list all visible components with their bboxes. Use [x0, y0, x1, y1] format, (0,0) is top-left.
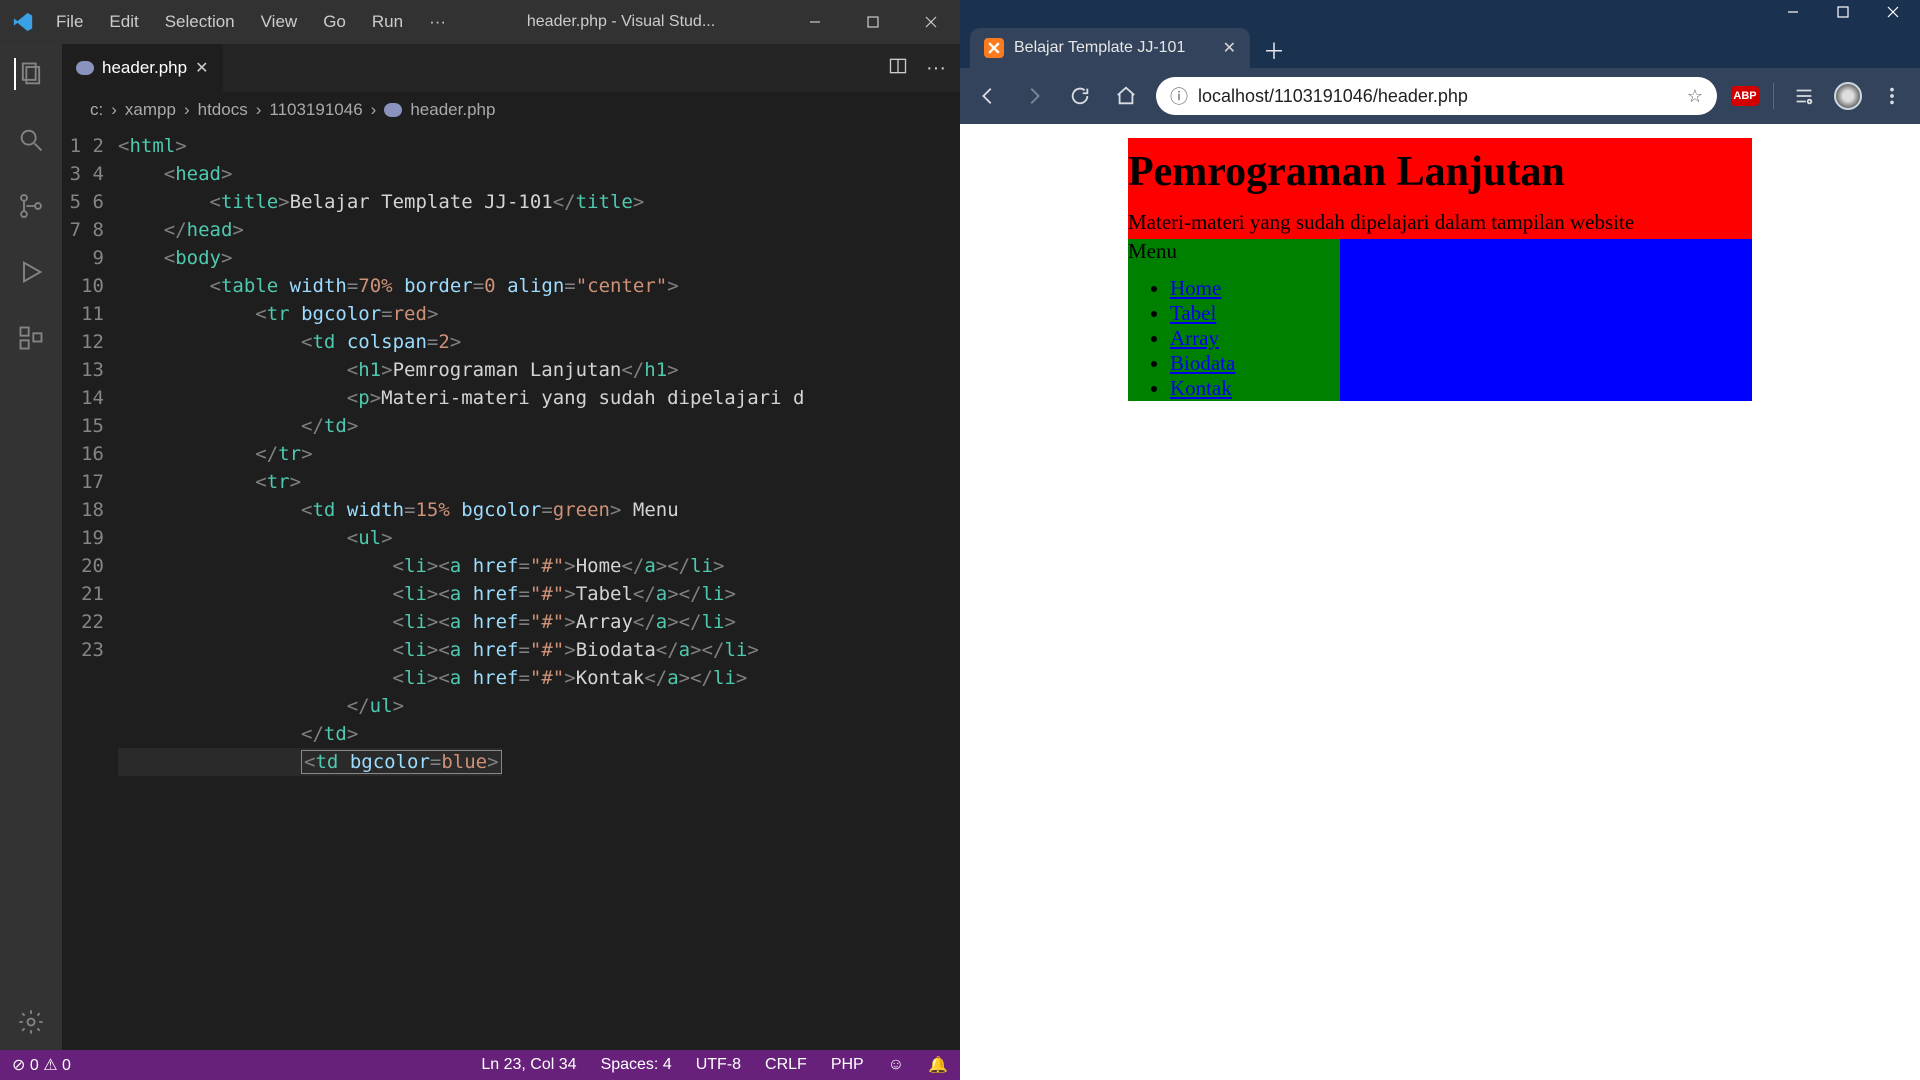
status-eol[interactable]: CRLF	[765, 1056, 807, 1074]
vscode-window: File Edit Selection View Go Run ··· head…	[0, 0, 960, 1080]
list-item: Biodata	[1170, 351, 1340, 376]
list-item: Array	[1170, 326, 1340, 351]
code-editor[interactable]: 1 2 3 4 5 6 7 8 9 10 11 12 13 14 15 16 1…	[62, 128, 960, 1050]
window-maximize-button[interactable]	[844, 0, 902, 44]
bell-icon[interactable]: 🔔	[928, 1055, 948, 1075]
home-button[interactable]	[1110, 80, 1142, 112]
status-cursor[interactable]: Ln 23, Col 34	[481, 1056, 576, 1074]
browser-toolbar: ⓘ localhost/1103191046/header.php ☆ ABP	[960, 68, 1920, 124]
run-debug-icon[interactable]	[15, 256, 47, 288]
settings-gear-icon[interactable]	[15, 1006, 47, 1038]
editor-group: header.php ✕ ··· c:› xampp› htdocs› 1103…	[62, 44, 960, 1050]
status-bar: ⊘ 0 ⚠ 0 Ln 23, Col 34 Spaces: 4 UTF-8 CR…	[0, 1050, 960, 1080]
more-actions-icon[interactable]: ···	[926, 57, 946, 80]
editor-tab-header-php[interactable]: header.php ✕	[62, 44, 223, 92]
bookmark-star-icon[interactable]: ☆	[1687, 86, 1703, 107]
chrome-window: Belajar Template JJ-101 ✕ ＋ ⓘ localhost/…	[960, 0, 1920, 1080]
status-language[interactable]: PHP	[831, 1056, 864, 1074]
window-maximize-button[interactable]	[1820, 0, 1866, 24]
menu-link-array[interactable]: Array	[1170, 326, 1219, 350]
menu-edit[interactable]: Edit	[99, 8, 148, 36]
window-minimize-button[interactable]	[786, 0, 844, 44]
breadcrumb-item[interactable]: 1103191046	[269, 100, 362, 120]
menu-link-kontak[interactable]: Kontak	[1170, 376, 1232, 400]
vscode-titlebar: File Edit Selection View Go Run ··· head…	[0, 0, 960, 44]
menu-go[interactable]: Go	[313, 8, 356, 36]
menu-link-tabel[interactable]: Tabel	[1170, 301, 1216, 325]
status-spaces[interactable]: Spaces: 4	[601, 1056, 672, 1074]
menu-selection[interactable]: Selection	[155, 8, 245, 36]
menu-label: Menu	[1128, 239, 1177, 263]
editor-tab-label: header.php	[102, 58, 187, 78]
window-close-button[interactable]	[902, 0, 960, 44]
feedback-icon[interactable]: ☺	[888, 1056, 904, 1074]
xampp-favicon-icon	[984, 38, 1004, 58]
activity-bar	[0, 44, 62, 1050]
chrome-titlebar	[960, 0, 1920, 24]
page-title: Pemrograman Lanjutan	[1128, 148, 1752, 196]
page-layout-table: Pemrograman Lanjutan Materi-materi yang …	[1128, 138, 1752, 401]
menu-cell: Menu Home Tabel Array Biodata Kontak	[1128, 239, 1340, 401]
adblock-plus-icon[interactable]: ABP	[1731, 86, 1759, 106]
browser-tab[interactable]: Belajar Template JJ-101 ✕	[970, 28, 1250, 68]
menu-link-biodata[interactable]: Biodata	[1170, 351, 1235, 375]
url-text: localhost/1103191046/header.php	[1198, 86, 1468, 107]
forward-button[interactable]	[1018, 80, 1050, 112]
site-info-icon[interactable]: ⓘ	[1170, 83, 1188, 109]
breadcrumb[interactable]: c:› xampp› htdocs› 1103191046› header.ph…	[62, 92, 960, 128]
chrome-tabstrip: Belajar Template JJ-101 ✕ ＋	[960, 24, 1920, 68]
menu-link-home[interactable]: Home	[1170, 276, 1221, 300]
breadcrumb-item[interactable]: htdocs	[198, 100, 248, 120]
explorer-icon[interactable]	[14, 58, 46, 90]
status-errors[interactable]: ⊘ 0 ⚠ 0	[12, 1055, 71, 1075]
list-item: Home	[1170, 276, 1340, 301]
menu-list: Home Tabel Array Biodata Kontak	[1128, 276, 1340, 401]
browser-tab-title: Belajar Template JJ-101	[1014, 39, 1185, 57]
list-item: Tabel	[1170, 301, 1340, 326]
status-encoding[interactable]: UTF-8	[696, 1056, 741, 1074]
new-tab-button[interactable]: ＋	[1256, 32, 1292, 68]
source-control-icon[interactable]	[15, 190, 47, 222]
vscode-menubar: File Edit Selection View Go Run ···	[46, 8, 456, 36]
page-subtitle: Materi-materi yang sudah dipelajari dala…	[1128, 210, 1752, 235]
address-bar[interactable]: ⓘ localhost/1103191046/header.php ☆	[1156, 77, 1717, 115]
breadcrumb-item[interactable]: header.php	[410, 100, 495, 120]
close-icon[interactable]: ✕	[1223, 38, 1236, 58]
menu-more[interactable]: ···	[419, 8, 456, 36]
search-icon[interactable]	[15, 124, 47, 156]
page-viewport[interactable]: Pemrograman Lanjutan Materi-materi yang …	[960, 124, 1920, 1080]
chrome-menu-icon[interactable]	[1876, 80, 1908, 112]
code-content[interactable]: <html> <head> <title>Belajar Template JJ…	[118, 128, 960, 1050]
back-button[interactable]	[972, 80, 1004, 112]
minimap[interactable]	[880, 128, 960, 216]
menu-file[interactable]: File	[46, 8, 93, 36]
profile-avatar[interactable]	[1834, 82, 1862, 110]
breadcrumb-item[interactable]: c:	[90, 100, 103, 120]
php-file-icon	[76, 61, 94, 75]
line-numbers: 1 2 3 4 5 6 7 8 9 10 11 12 13 14 15 16 1…	[62, 128, 118, 1050]
window-close-button[interactable]	[1870, 0, 1916, 24]
menu-run[interactable]: Run	[362, 8, 413, 36]
window-minimize-button[interactable]	[1770, 0, 1816, 24]
close-icon[interactable]: ✕	[195, 58, 208, 78]
vscode-logo-icon	[12, 11, 34, 33]
breadcrumb-item[interactable]: xampp	[125, 100, 176, 120]
menu-view[interactable]: View	[251, 8, 308, 36]
content-cell	[1340, 239, 1752, 401]
list-item: Kontak	[1170, 376, 1340, 401]
page-header-cell: Pemrograman Lanjutan Materi-materi yang …	[1128, 138, 1752, 239]
window-title: header.php - Visual Stud...	[456, 13, 786, 31]
split-editor-icon[interactable]	[888, 56, 908, 81]
reload-button[interactable]	[1064, 80, 1096, 112]
reading-list-icon[interactable]	[1788, 80, 1820, 112]
extensions-icon[interactable]	[15, 322, 47, 354]
php-file-icon	[384, 103, 402, 117]
editor-tabs: header.php ✕ ···	[62, 44, 960, 92]
